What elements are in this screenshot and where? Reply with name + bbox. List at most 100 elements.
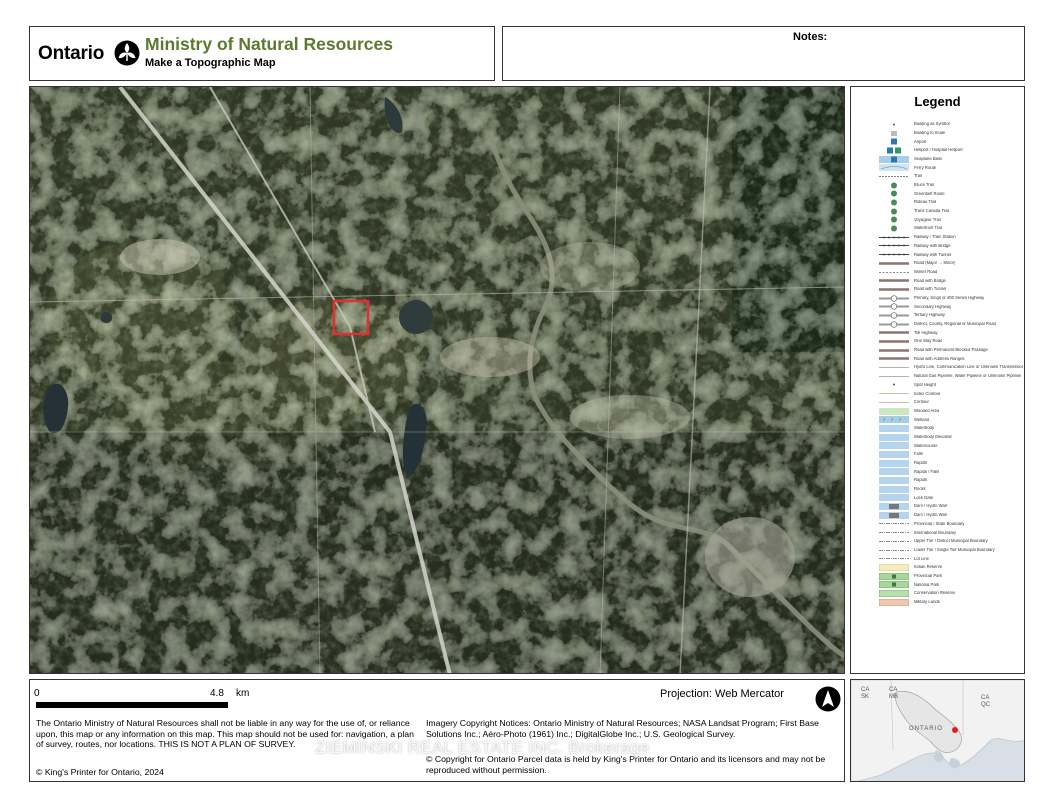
legend-item-label: Voyageur Trail (914, 217, 941, 222)
legend-item-label: Upper Tier / District Municipal Boundary (914, 539, 988, 544)
legend-item: Wooded Area (879, 407, 1023, 416)
contour-symbol-icon (879, 390, 909, 397)
inset-label-mb: MB (889, 694, 898, 700)
legend-title: Legend (914, 94, 961, 109)
legend-item-label: Bruce Trail (914, 183, 935, 187)
legend-item: Hydro Line, Communication Line or Unknow… (879, 363, 1023, 372)
legend-panel: Legend Building as Symbol Building to Sca… (850, 86, 1025, 674)
legend-item-label: Road with Bridge (914, 278, 946, 283)
water-symbol-icon (879, 494, 909, 502)
highway-symbol-icon (879, 294, 909, 302)
legend-item: Primary, Kings or 400 Series Highway (879, 294, 1023, 303)
legend-item-label: Primary, Kings or 400 Series Highway (914, 295, 985, 300)
legend-item-label: Building to Scale (914, 130, 946, 135)
heliport-symbol-icon (879, 147, 909, 154)
legend-item: National Park (879, 580, 1023, 589)
water-symbol-icon (879, 477, 909, 485)
road-symbol-icon (879, 329, 909, 336)
legend-item-label: Heliport / Hospital Heliport (914, 148, 963, 153)
trail-marker-symbol-icon (879, 208, 909, 215)
legend-item-label: International Boundary (914, 530, 957, 535)
scale-start-label: 0 (34, 688, 40, 699)
legend-item: Building to Scale (879, 129, 1023, 138)
road-symbol-icon (879, 347, 909, 354)
legend-item-label: Airport (914, 139, 927, 144)
road-dash-symbol-icon (879, 269, 909, 276)
road-symbol-icon (879, 355, 909, 362)
legend-item-label: Lot Line (914, 556, 929, 561)
legend-item-label: One Way Road (914, 339, 943, 344)
legend-item-label: Rapids (914, 461, 928, 465)
legend-item-label: Secondary Highway (914, 304, 952, 309)
water-symbol-icon (879, 433, 909, 441)
legend-item-label: Wooded Area (914, 408, 940, 413)
legend-item: Lower Tier / Single Tier Municipal Bound… (879, 546, 1023, 555)
legend-item: Wetland (879, 415, 1023, 424)
notes-box: Notes: (502, 26, 1025, 81)
railway-symbol-icon (879, 234, 909, 241)
legend-item-label: Winter Road (914, 269, 938, 274)
satellite-map[interactable] (29, 86, 845, 674)
legend-item: Tertiary Highway (879, 311, 1023, 320)
highway-symbol-icon (879, 303, 909, 310)
legend-item: Watercourse (879, 441, 1023, 450)
trail-marker-symbol-icon (879, 199, 909, 206)
inset-label-qc: QC (981, 702, 990, 708)
ontario-wordmark: Ontario (38, 43, 105, 64)
legend-item: Railway with Tunnel (879, 250, 1023, 259)
brokerage-watermark: ZIEMINSKI REAL ESTATE INC. Brokerage (315, 738, 650, 757)
wooded-symbol-icon (879, 407, 909, 415)
legend-item-label: Spot Height (914, 382, 936, 387)
legend-item-label: Watercourse (914, 443, 938, 448)
legend-item: Falls (879, 450, 1023, 459)
legend-item: Airport (879, 137, 1023, 146)
military-symbol-icon (879, 598, 909, 606)
line-symbol-icon (879, 364, 909, 371)
projection-label: Projection: Web Mercator (660, 688, 784, 700)
legend-list: Building as Symbol Building to Scale Airpo… (879, 120, 1023, 607)
legend-item-label: District, County, Regional or Municipal … (914, 322, 996, 326)
legend-item-label: Road with Tunnel (914, 287, 947, 292)
legend-item: Upper Tier / District Municipal Boundary (879, 537, 1023, 546)
legend-item-label: Seaplane Base (914, 156, 943, 161)
legend-item-label: Rapids (914, 478, 928, 483)
legend-item-label: Conservation Reserve (914, 591, 956, 596)
legend-item: Bruce Trail (879, 181, 1023, 190)
legend-item-label: Provincial Park (914, 573, 942, 578)
legend-item: Rideau Trail (879, 198, 1023, 207)
legend-item: Road with Address Ranges (879, 355, 1023, 364)
legend-item: Ferry Route (879, 163, 1023, 172)
road-symbol-icon (879, 260, 909, 267)
legend-item: Spot Height (879, 381, 1023, 390)
legend-item-label: Dam / Hydro Wall (914, 504, 947, 509)
water-symbol-icon (879, 442, 909, 450)
highway-symbol-icon (879, 312, 909, 319)
boundary-symbol-icon (879, 529, 909, 536)
legend-item: Greenbelt Route (879, 190, 1023, 199)
legend-item: Road with Tunnel (879, 285, 1023, 294)
legend-item-label: Road with Permanent Blocked Passage (914, 348, 988, 353)
map-footer: 0 4.8 km Projection: Web Mercator The On… (29, 679, 845, 782)
road-symbol-icon (879, 338, 909, 345)
legend-item-label: Military Lands (914, 600, 940, 604)
ministry-title: Ministry of Natural Resources (145, 34, 393, 54)
boundary-symbol-icon (879, 538, 909, 545)
legend-item-label: Wetland (914, 417, 930, 422)
legend-item: International Boundary (879, 528, 1023, 537)
kings-printer-copyright: © King's Printer for Ontario, 2024 (36, 767, 164, 777)
satellite-imagery (30, 87, 844, 673)
water-symbol-icon (879, 485, 909, 493)
map-subtitle: Make a Topographic Map (145, 57, 276, 69)
legend-item: Road with Bridge (879, 276, 1023, 285)
legend-item: Voyageur Trail (879, 216, 1023, 225)
boundary-symbol-icon (879, 520, 909, 527)
legend-item-label: Rideau Trail (914, 200, 937, 205)
water-symbol-icon (879, 450, 909, 458)
legend-item: Seaplane Base (879, 155, 1023, 164)
legend-item-label: Index Contour (914, 391, 941, 396)
legend-item: Dam / Hydro Wall (879, 502, 1023, 511)
legend-item-label: Contour (914, 400, 929, 405)
road-symbol-icon (879, 277, 909, 284)
legend-item-label: Ferry Route (914, 165, 937, 170)
legend-item: Dam / Hydro Wall (879, 511, 1023, 520)
